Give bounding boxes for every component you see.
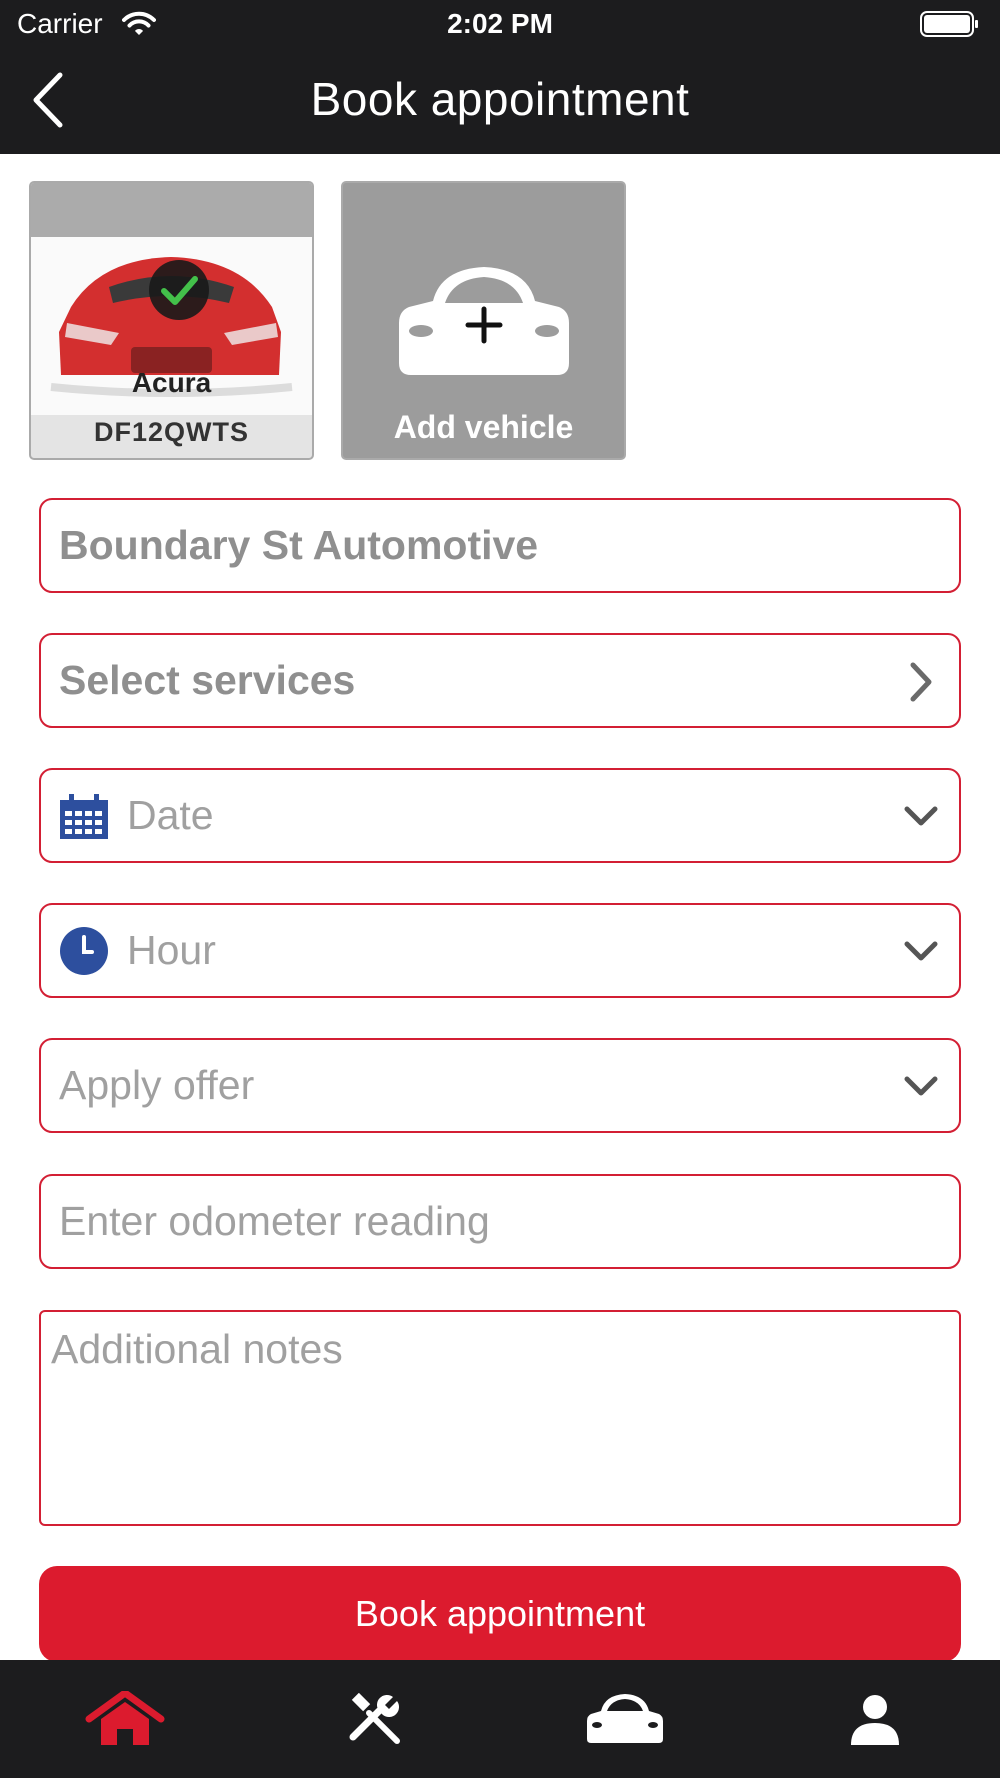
workshop-field[interactable]: Boundary St Automotive [39, 498, 961, 593]
chevron-down-icon [904, 941, 938, 961]
tools-icon [349, 1693, 400, 1744]
checkmark-icon [148, 259, 210, 326]
car-icon [587, 1694, 663, 1743]
apply-offer-placeholder: Apply offer [59, 1062, 255, 1108]
vehicle-card-acura[interactable]: Acura DF12QWTS [29, 181, 314, 460]
nav-bar: Book appointment [0, 50, 1000, 154]
book-appointment-button[interactable]: Book appointment [39, 1566, 961, 1662]
add-vehicle-button[interactable]: Add vehicle [341, 181, 626, 460]
chevron-down-icon [904, 1076, 938, 1096]
select-services-field[interactable]: Select services [39, 633, 961, 728]
tab-services[interactable] [250, 1660, 500, 1778]
tab-bar [0, 1660, 1000, 1778]
tab-vehicles[interactable] [500, 1660, 750, 1778]
odometer-input[interactable]: Enter odometer reading [39, 1174, 961, 1269]
odometer-placeholder: Enter odometer reading [59, 1198, 490, 1244]
chevron-right-icon [910, 662, 932, 702]
user-icon [851, 1695, 899, 1745]
workshop-name: Boundary St Automotive [59, 522, 539, 568]
tab-home[interactable] [0, 1660, 250, 1778]
date-placeholder: Date [127, 792, 214, 838]
status-time: 2:02 PM [447, 8, 553, 39]
vehicle-plate: DF12QWTS [93, 417, 249, 447]
page-title: Book appointment [310, 73, 690, 125]
status-bar: Carrier 2:02 PM [0, 0, 1000, 50]
date-field[interactable]: Date [39, 768, 961, 863]
clock-icon [60, 927, 108, 975]
vehicle-make: Acura [131, 367, 212, 398]
home-icon [85, 1691, 165, 1745]
additional-notes-textarea[interactable]: Additional notes [39, 1310, 961, 1526]
tab-profile[interactable] [750, 1660, 1000, 1778]
car-plus-icon [399, 263, 569, 386]
battery-icon [920, 10, 980, 43]
chevron-down-icon [904, 806, 938, 826]
hour-placeholder: Hour [127, 927, 216, 973]
add-vehicle-label: Add vehicle [393, 409, 574, 445]
notes-placeholder: Additional notes [51, 1326, 343, 1372]
hour-field[interactable]: Hour [39, 903, 961, 998]
card-header-band [31, 183, 312, 237]
apply-offer-field[interactable]: Apply offer [39, 1038, 961, 1133]
select-services-label: Select services [59, 657, 356, 703]
calendar-icon [60, 794, 108, 839]
